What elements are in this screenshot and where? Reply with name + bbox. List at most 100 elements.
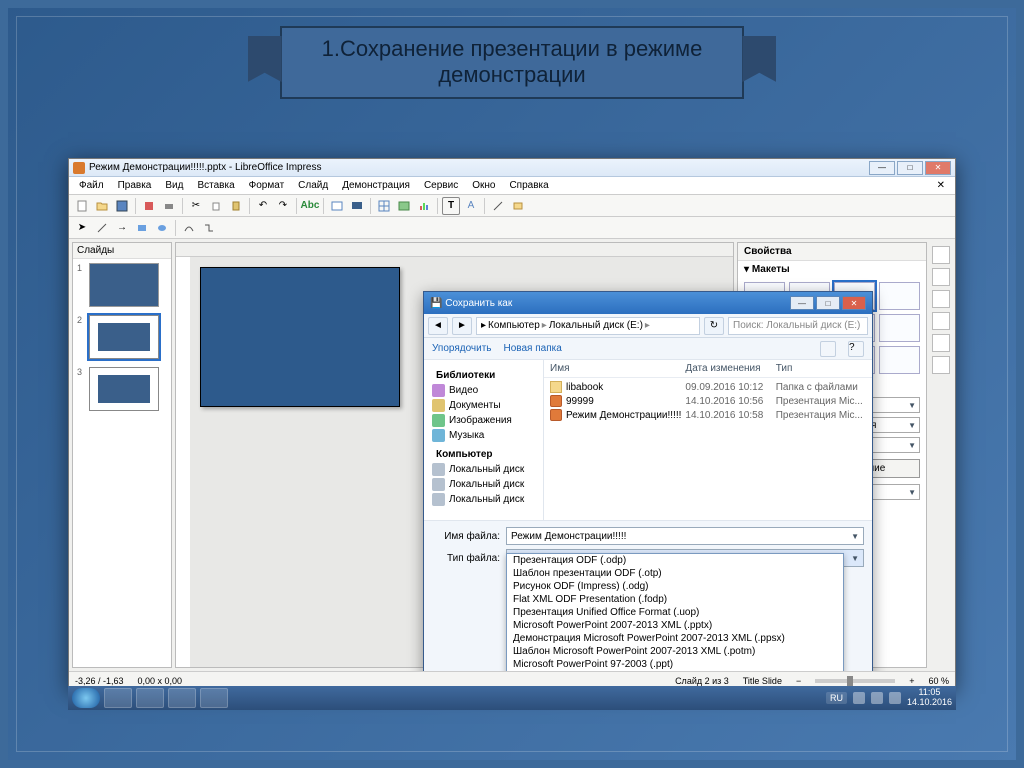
newfolder-link[interactable]: Новая папка [504,343,562,354]
ellipse-icon[interactable] [153,219,171,237]
table-icon[interactable] [375,197,393,215]
redo-icon[interactable]: ↷ [274,197,292,215]
menu-file[interactable]: Файл [73,179,110,192]
help-icon[interactable]: ? [848,341,864,357]
crumb-computer[interactable]: Компьютер [488,320,540,331]
layout-item[interactable] [879,346,920,374]
export-icon[interactable] [140,197,158,215]
connector-icon[interactable] [200,219,218,237]
menu-format[interactable]: Формат [243,179,291,192]
shapes-icon[interactable] [509,197,527,215]
filetype-option[interactable]: Microsoft PowerPoint 2007-2013 XML (.ppt… [507,619,843,632]
col-name[interactable]: Имя [550,363,685,374]
crumb-disk[interactable]: Локальный диск (E:) [549,320,643,331]
tray-icon[interactable] [889,692,901,704]
sidebar-tab-properties[interactable] [932,246,950,264]
line2-icon[interactable] [93,219,111,237]
nav-disk-e[interactable]: Локальный диск [449,494,524,505]
current-slide[interactable] [200,267,400,407]
print-icon[interactable] [160,197,178,215]
filetype-option[interactable]: Рисунок ODF (Impress) (.odg) [507,580,843,593]
dialog-maximize[interactable]: □ [816,296,840,310]
nav-back-icon[interactable]: ◄ [428,317,448,335]
tray-icon[interactable] [871,692,883,704]
rect-icon[interactable] [133,219,151,237]
nav-music[interactable]: Музыка [449,430,484,441]
start-button[interactable] [72,688,100,708]
save-icon[interactable] [113,197,131,215]
new-icon[interactable] [73,197,91,215]
slide-thumb-1[interactable]: 1 [77,263,167,307]
textbox-icon[interactable]: T [442,197,460,215]
chart-icon[interactable] [415,197,433,215]
menu-slide[interactable]: Слайд [292,179,334,192]
language-indicator[interactable]: RU [826,692,847,704]
zoom-out-icon[interactable]: − [796,676,801,686]
clock[interactable]: 11:0514.10.2016 [907,688,952,708]
sidebar-tab-master[interactable] [932,312,950,330]
tray-icon[interactable] [853,692,865,704]
maximize-button[interactable]: □ [897,161,923,175]
open-icon[interactable] [93,197,111,215]
menu-demo[interactable]: Демонстрация [336,179,416,192]
select-icon[interactable]: ➤ [73,219,91,237]
zoom-in-icon[interactable]: + [909,676,914,686]
file-row[interactable]: Режим Демонстрации!!!!! 14.10.2016 10:58… [544,408,872,422]
undo-icon[interactable]: ↶ [254,197,272,215]
spellcheck-icon[interactable]: Abc [301,197,319,215]
menu-edit[interactable]: Правка [112,179,158,192]
filetype-option[interactable]: Демонстрация Microsoft PowerPoint 2007-2… [507,632,843,645]
column-headers[interactable]: Имя Дата изменения Тип [544,360,872,378]
refresh-icon[interactable]: ↻ [704,317,724,335]
filetype-option[interactable]: Microsoft PowerPoint 97-2003 (.ppt) [507,658,843,671]
breadcrumb[interactable]: ▸ Компьютер ▸ Локальный диск (E:) ▸ [476,317,700,335]
file-row[interactable]: 99999 14.10.2016 10:56Презентация Mic... [544,394,872,408]
filetype-option[interactable]: Шаблон презентации ODF (.otp) [507,567,843,580]
doc-close-icon[interactable]: ✕ [931,179,951,192]
filetype-option[interactable]: Шаблон Microsoft PowerPoint 2007-2013 XM… [507,645,843,658]
search-input[interactable]: Поиск: Локальный диск (E:) [728,317,868,335]
filetype-option[interactable]: Презентация Unified Office Format (.uop) [507,606,843,619]
curve-icon[interactable] [180,219,198,237]
sidebar-tab-gallery[interactable] [932,334,950,352]
file-row[interactable]: libabook 09.09.2016 10:12Папка с файлами [544,380,872,394]
menu-insert[interactable]: Вставка [191,179,240,192]
cut-icon[interactable]: ✂ [187,197,205,215]
image-icon[interactable] [395,197,413,215]
menu-help[interactable]: Справка [503,179,554,192]
layout-item[interactable] [879,282,920,310]
slide-thumb-3[interactable]: 3 [77,367,167,411]
copy-icon[interactable] [207,197,225,215]
menu-service[interactable]: Сервис [418,179,464,192]
nav-computer[interactable]: Компьютер [436,449,493,460]
paste-icon[interactable] [227,197,245,215]
nav-documents[interactable]: Документы [449,400,501,411]
chrome-icon[interactable] [136,688,164,708]
sidebar-tab-animations[interactable] [932,290,950,308]
impress-task-icon[interactable] [200,688,228,708]
col-date[interactable]: Дата изменения [685,363,775,374]
zoom-slider[interactable] [815,679,895,683]
explorer-icon[interactable] [104,688,132,708]
filename-input[interactable]: Режим Демонстрации!!!!!▼ [506,527,864,545]
organize-link[interactable]: Упорядочить [432,343,492,354]
dialog-minimize[interactable]: — [790,296,814,310]
close-button[interactable]: ✕ [925,161,951,175]
nav-disk-c[interactable]: Локальный диск [449,464,524,475]
zoom-value[interactable]: 60 % [928,676,949,686]
slide-icon[interactable] [328,197,346,215]
dialog-close[interactable]: ✕ [842,296,866,310]
nav-fwd-icon[interactable]: ► [452,317,472,335]
line-icon[interactable] [489,197,507,215]
sidebar-tab-transitions[interactable] [932,268,950,286]
filetype-option[interactable]: Flat XML ODF Presentation (.fodp) [507,593,843,606]
firefox-icon[interactable] [168,688,196,708]
filetype-option[interactable]: Презентация ODF (.odp) [507,554,843,567]
layout-item[interactable] [879,314,920,342]
layouts-section[interactable]: Макеты [752,264,790,275]
menu-view[interactable]: Вид [159,179,189,192]
nav-images[interactable]: Изображения [449,415,512,426]
view-icon[interactable] [820,341,836,357]
arrow-icon[interactable]: → [113,219,131,237]
presentation-icon[interactable] [348,197,366,215]
